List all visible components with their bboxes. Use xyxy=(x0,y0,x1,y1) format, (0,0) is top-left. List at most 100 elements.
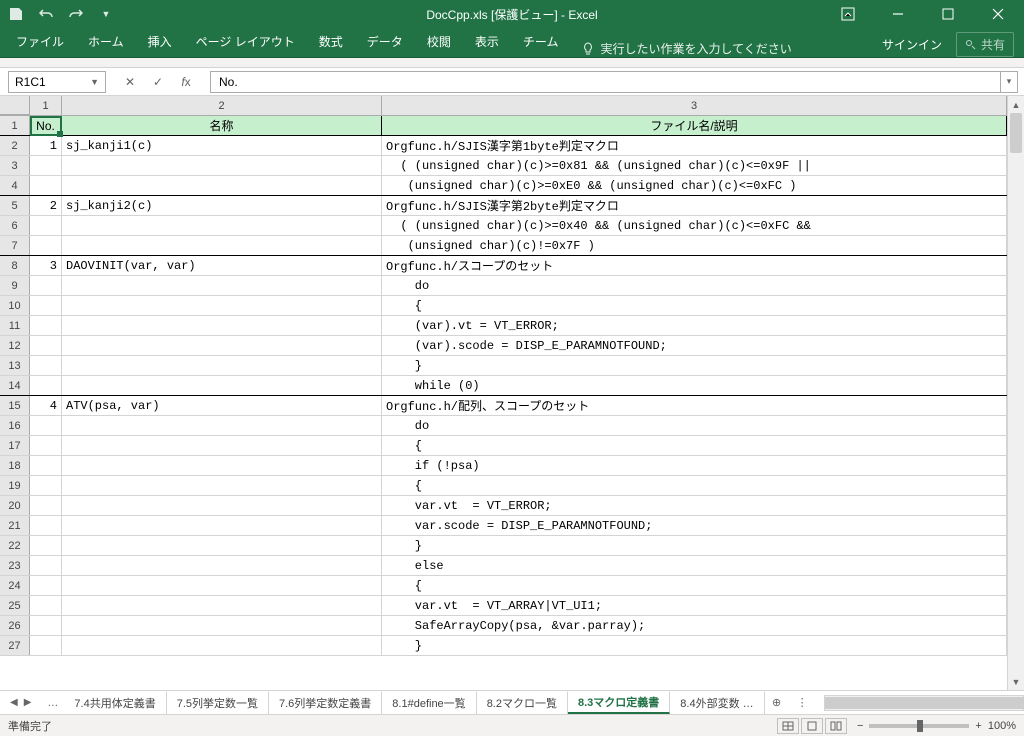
cancel-formula-icon[interactable]: ✕ xyxy=(120,75,140,89)
cell[interactable]: } xyxy=(382,536,1007,555)
scroll-thumb[interactable] xyxy=(1010,113,1022,153)
cell[interactable]: Orgfunc.h/配列、スコープのセット xyxy=(382,396,1007,415)
zoom-slider[interactable] xyxy=(869,724,969,728)
new-sheet-button[interactable]: ⊕ xyxy=(765,696,789,709)
sheet-tab[interactable]: 7.6列挙定数定義書 xyxy=(269,691,382,714)
cell[interactable]: { xyxy=(382,436,1007,455)
close-button[interactable] xyxy=(976,0,1020,28)
sheet-nav-prev-icon[interactable]: ◀ xyxy=(10,697,18,708)
sheet-tab[interactable]: 8.3マクロ定義書 xyxy=(568,691,670,714)
row-header[interactable]: 2 xyxy=(0,136,30,155)
ribbon-tab[interactable]: チーム xyxy=(511,27,571,57)
row-header[interactable]: 13 xyxy=(0,356,30,375)
cell[interactable]: 1 xyxy=(30,136,62,155)
ribbon-tab[interactable]: ファイル xyxy=(4,27,76,57)
ribbon-tab[interactable]: 挿入 xyxy=(136,27,184,57)
row-header[interactable]: 8 xyxy=(0,256,30,275)
ribbon-tab[interactable]: データ xyxy=(355,27,415,57)
cell[interactable] xyxy=(30,556,62,575)
row-header[interactable]: 26 xyxy=(0,616,30,635)
row-header[interactable]: 17 xyxy=(0,436,30,455)
cell[interactable] xyxy=(30,616,62,635)
cell[interactable] xyxy=(62,496,382,515)
sheet-nav-next-icon[interactable]: ▶ xyxy=(24,697,32,708)
scroll-down-icon[interactable]: ▼ xyxy=(1008,673,1024,690)
cell[interactable]: Orgfunc.h/SJIS漢字第1byte判定マクロ xyxy=(382,136,1007,155)
cell[interactable]: while (0) xyxy=(382,376,1007,395)
formula-expand-icon[interactable]: ▾ xyxy=(1000,71,1018,93)
column-header[interactable]: 1 xyxy=(30,96,62,115)
cell[interactable] xyxy=(62,536,382,555)
zoom-control[interactable]: − + 100% xyxy=(857,720,1016,732)
cell[interactable] xyxy=(62,516,382,535)
row-header[interactable]: 4 xyxy=(0,176,30,195)
row-header[interactable]: 6 xyxy=(0,216,30,235)
undo-icon[interactable] xyxy=(38,6,54,22)
vertical-scrollbar[interactable]: ▲ ▼ xyxy=(1007,96,1024,690)
row-header[interactable]: 23 xyxy=(0,556,30,575)
cell[interactable]: { xyxy=(382,296,1007,315)
cell[interactable] xyxy=(62,436,382,455)
row-header[interactable]: 20 xyxy=(0,496,30,515)
cell[interactable] xyxy=(30,536,62,555)
cell[interactable]: } xyxy=(382,356,1007,375)
page-layout-view-button[interactable] xyxy=(801,718,823,734)
sheet-tab[interactable]: 7.4共用体定義書 xyxy=(64,691,166,714)
cell[interactable] xyxy=(62,316,382,335)
row-header[interactable]: 14 xyxy=(0,376,30,395)
tell-me-search[interactable]: 実行したい作業を入力してください xyxy=(582,40,791,57)
row-header[interactable]: 19 xyxy=(0,476,30,495)
cell[interactable] xyxy=(30,216,62,235)
zoom-in-button[interactable]: + xyxy=(975,720,981,732)
header-cell[interactable]: No. xyxy=(30,116,62,135)
row-header[interactable]: 16 xyxy=(0,416,30,435)
sheet-tab[interactable]: 8.4外部変数 … xyxy=(670,691,764,714)
cell[interactable] xyxy=(62,236,382,255)
cell[interactable]: 3 xyxy=(30,256,62,275)
cell[interactable] xyxy=(30,496,62,515)
name-box[interactable]: R1C1 ▼ xyxy=(8,71,106,93)
cell[interactable] xyxy=(62,276,382,295)
cell[interactable] xyxy=(62,556,382,575)
sheet-tab[interactable]: 8.1#define一覧 xyxy=(382,691,476,714)
sheet-tab[interactable]: 8.2マクロ一覧 xyxy=(477,691,568,714)
cell[interactable]: ( (unsigned char)(c)>=0x40 && (unsigned … xyxy=(382,216,1007,235)
hscroll-thumb[interactable] xyxy=(825,697,1024,709)
cell[interactable]: 4 xyxy=(30,396,62,415)
minimize-button[interactable] xyxy=(876,0,920,28)
scroll-up-icon[interactable]: ▲ xyxy=(1008,96,1024,113)
cell[interactable]: (unsigned char)(c)!=0x7F ) xyxy=(382,236,1007,255)
ribbon-tab[interactable]: 表示 xyxy=(463,27,511,57)
ribbon-tab[interactable]: ホーム xyxy=(76,27,136,57)
cell[interactable] xyxy=(30,296,62,315)
row-header[interactable]: 15 xyxy=(0,396,30,415)
cell[interactable] xyxy=(30,416,62,435)
cell[interactable]: sj_kanji1(c) xyxy=(62,136,382,155)
sheet-tab[interactable]: 7.5列挙定数一覧 xyxy=(167,691,269,714)
row-header[interactable]: 3 xyxy=(0,156,30,175)
cell[interactable] xyxy=(30,476,62,495)
cell[interactable]: do xyxy=(382,416,1007,435)
zoom-level[interactable]: 100% xyxy=(988,720,1016,732)
cell[interactable] xyxy=(30,596,62,615)
ribbon-options-icon[interactable] xyxy=(826,0,870,28)
cell[interactable]: { xyxy=(382,576,1007,595)
cell[interactable] xyxy=(30,636,62,655)
cell[interactable] xyxy=(62,336,382,355)
header-cell[interactable]: ファイル名/説明 xyxy=(382,116,1007,135)
fx-icon[interactable]: fx xyxy=(176,75,196,89)
cell[interactable]: ( (unsigned char)(c)>=0x81 && (unsigned … xyxy=(382,156,1007,175)
cell[interactable] xyxy=(62,616,382,635)
cell[interactable]: { xyxy=(382,476,1007,495)
horizontal-scrollbar[interactable] xyxy=(824,695,1024,711)
row-header[interactable]: 7 xyxy=(0,236,30,255)
column-header[interactable]: 3 xyxy=(382,96,1007,115)
cell[interactable]: (unsigned char)(c)>=0xE0 && (unsigned ch… xyxy=(382,176,1007,195)
cell[interactable]: Orgfunc.h/SJIS漢字第2byte判定マクロ xyxy=(382,196,1007,215)
cell[interactable] xyxy=(62,356,382,375)
redo-icon[interactable] xyxy=(68,6,84,22)
cell[interactable] xyxy=(62,476,382,495)
cell[interactable] xyxy=(62,376,382,395)
column-header[interactable]: 2 xyxy=(62,96,382,115)
cell[interactable] xyxy=(30,316,62,335)
